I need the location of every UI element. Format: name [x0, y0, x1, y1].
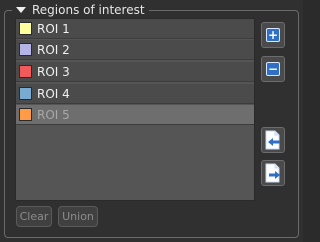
clear-button[interactable]: Clear [16, 206, 52, 227]
roi-label: ROI 2 [37, 42, 70, 57]
color-swatch[interactable] [19, 43, 32, 56]
import-icon [265, 130, 280, 150]
roi-label: ROI 4 [37, 86, 70, 101]
import-roi-button[interactable] [261, 127, 285, 153]
roi-label: ROI 1 [37, 21, 70, 36]
roi-label: ROI 5 [37, 107, 70, 122]
group-title: Regions of interest [32, 3, 145, 17]
union-button[interactable]: Union [58, 206, 98, 227]
roi-list[interactable]: ROI 1 ROI 2 ROI 3 ROI 4 ROI 5 [15, 18, 255, 201]
remove-roi-icon: − [266, 62, 280, 76]
color-swatch[interactable] [19, 87, 32, 100]
add-roi-icon: + [266, 28, 280, 42]
color-swatch[interactable] [19, 65, 32, 78]
collapse-triangle-icon[interactable] [16, 7, 26, 13]
list-item-roi-2[interactable]: ROI 2 [16, 40, 254, 60]
group-header[interactable]: Regions of interest [12, 2, 149, 18]
color-swatch[interactable] [19, 108, 32, 121]
roi-label: ROI 3 [37, 64, 70, 79]
remove-roi-button[interactable]: − [261, 56, 285, 82]
list-item-roi-4[interactable]: ROI 4 [16, 84, 254, 104]
list-item-roi-5[interactable]: ROI 5 [16, 105, 254, 125]
list-item-roi-3[interactable]: ROI 3 [16, 62, 254, 82]
color-swatch[interactable] [19, 22, 32, 35]
add-roi-button[interactable]: + [261, 22, 285, 48]
export-icon [265, 163, 280, 183]
roi-panel: Regions of interest ROI 1 ROI 2 ROI 3 RO… [0, 0, 303, 242]
export-roi-button[interactable] [261, 160, 285, 186]
list-item-roi-1[interactable]: ROI 1 [16, 19, 254, 39]
